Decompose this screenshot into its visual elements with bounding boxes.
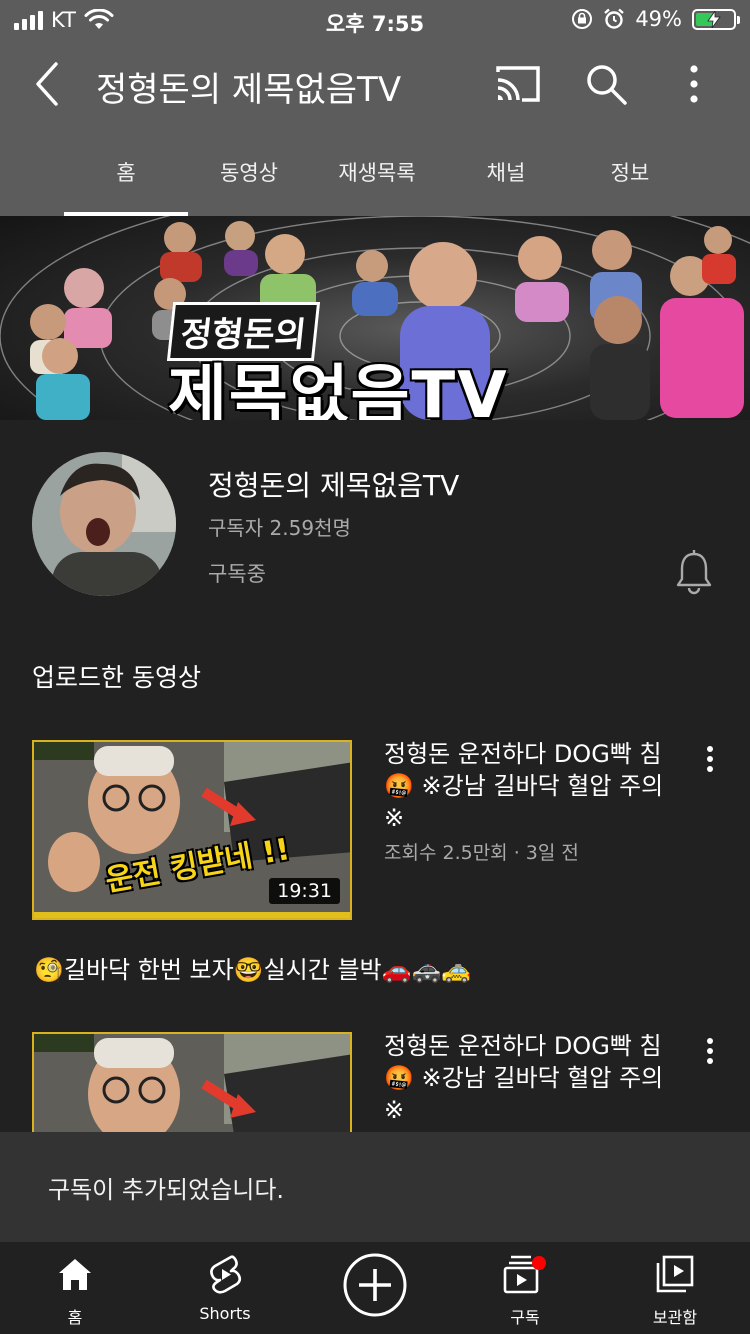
video-description: 🧐길바닥 한번 보자🤓실시간 블박🚗🚓🚕 (34, 950, 471, 985)
search-icon (587, 65, 627, 105)
battery-percent: 49% (635, 7, 682, 31)
tab-about[interactable]: 정보 (580, 128, 680, 216)
channel-banner: 정형돈의 제목없음TV (0, 216, 750, 420)
video-duration: 19:31 (269, 878, 340, 904)
library-icon (656, 1255, 694, 1293)
app-bar: 정형돈의 제목없음TV (0, 40, 750, 128)
orientation-lock-icon (572, 9, 593, 29)
nav-library-label: 보관함 (652, 1308, 698, 1327)
more-vert-icon (690, 65, 698, 103)
cast-button[interactable] (494, 62, 542, 106)
video-more-button[interactable] (696, 740, 724, 780)
more-vert-icon (707, 746, 713, 772)
cast-icon (496, 66, 540, 102)
video-meta: 조회수 2.5만회 · 3일 전 (384, 842, 579, 864)
video-more-button[interactable] (696, 1032, 724, 1072)
search-button[interactable] (582, 60, 630, 108)
video-title[interactable]: 정형돈 운전하다 DOG빡 침🤬 ※강남 길바닥 혈압 주의※ (384, 738, 674, 834)
uploads-section-title: 업로드한 동영상 (32, 663, 201, 692)
nav-home[interactable]: 홈 (0, 1242, 150, 1334)
new-content-badge (532, 1256, 546, 1270)
nav-subscriptions[interactable]: 구독 (450, 1242, 600, 1334)
back-icon (36, 62, 58, 106)
status-right: 49% (571, 7, 740, 31)
shorts-icon (210, 1255, 242, 1294)
tab-home[interactable]: 홈 (64, 128, 188, 216)
video-title[interactable]: 정형돈 운전하다 DOG빡 침🤬 ※강남 길바닥 혈압 주의※ (384, 1030, 674, 1126)
tab-videos[interactable]: 동영상 (194, 128, 304, 216)
nav-create[interactable] (300, 1242, 450, 1334)
more-vert-icon (707, 1038, 713, 1064)
battery-icon (692, 8, 740, 30)
nav-shorts-label: Shorts (199, 1304, 251, 1323)
video-thumbnail[interactable] (32, 1032, 352, 1132)
subscriptions-icon (503, 1255, 546, 1294)
snackbar-message: 구독이 추가되었습니다. (48, 1176, 285, 1204)
subscribed-button[interactable]: 구독중 (208, 558, 266, 588)
bottom-navigation: 홈 Shorts 구독 보관함 (0, 1242, 750, 1334)
back-button[interactable] (28, 60, 68, 108)
alarm-icon (604, 8, 625, 29)
channel-tabs: 홈 동영상 재생목록 채널 정보 (0, 128, 750, 216)
status-bar: KT 오후 7:55 49% (0, 0, 750, 40)
video-description-text: 🧐길바닥 한번 보자🤓실시간 블박🚗🚓🚕 (34, 956, 472, 984)
channel-title: 정형돈의 제목없음TV (96, 70, 402, 110)
create-icon (343, 1253, 407, 1317)
nav-subscriptions-label: 구독 (510, 1308, 540, 1327)
snackbar: 구독이 추가되었습니다. (0, 1132, 750, 1242)
avatar-image (32, 452, 176, 596)
nav-home-label: 홈 (67, 1308, 83, 1327)
home-icon (59, 1259, 91, 1290)
tab-playlists[interactable]: 재생목록 (322, 128, 432, 216)
nav-shorts[interactable]: Shorts (150, 1242, 300, 1334)
channel-name: 정형돈의 제목없음TV (208, 469, 460, 502)
subscriber-count: 구독자 2.59천명 (208, 516, 351, 540)
more-options-button[interactable] (676, 60, 712, 108)
tab-community[interactable]: 채널 (456, 128, 556, 216)
channel-avatar[interactable] (32, 452, 176, 596)
banner-title-line2: 제목없음TV (168, 359, 509, 420)
nav-library[interactable]: 보관함 (600, 1242, 750, 1334)
thumbnail-image (34, 1034, 350, 1132)
bell-icon (676, 550, 712, 595)
video-thumbnail[interactable]: 운전 킹받네 !! 19:31 (32, 740, 352, 920)
notification-bell-button[interactable] (674, 548, 714, 596)
